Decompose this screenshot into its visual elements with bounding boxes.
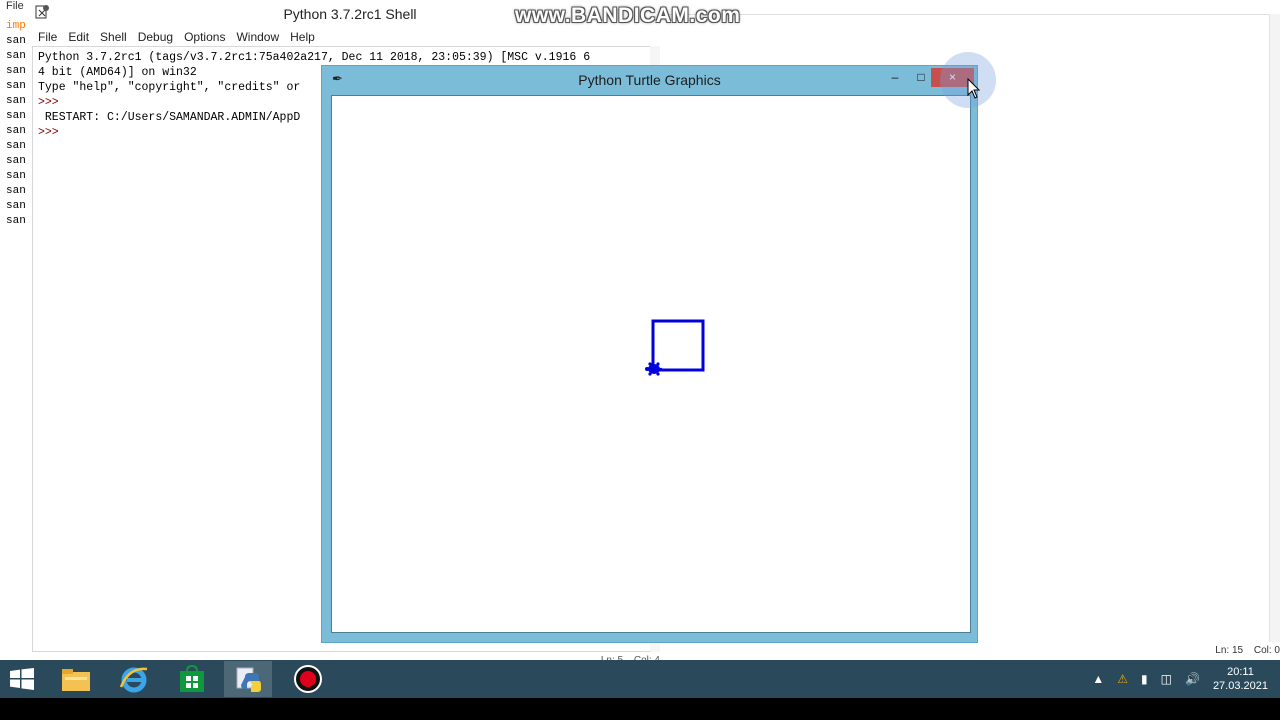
editor-line: san (6, 185, 26, 197)
turtle-canvas[interactable] (331, 95, 971, 633)
menu-edit[interactable]: Edit (68, 28, 89, 46)
menu-help[interactable]: Help (290, 28, 315, 46)
shell-output-line: Python 3.7.2rc1 (tags/v3.7.2rc1:75a402a2… (38, 51, 591, 64)
editor-divider (668, 14, 1280, 15)
menu-options[interactable]: Options (184, 28, 225, 46)
editor-line: san (6, 50, 26, 62)
editor-line: san (6, 140, 26, 152)
mouse-cursor-icon (967, 78, 981, 99)
menu-file[interactable]: File (38, 28, 57, 46)
network-icon[interactable]: ◫ (1161, 672, 1172, 686)
editor-line: san (6, 155, 26, 167)
turtle-graphics-window[interactable]: ✒ Python Turtle Graphics – □ × (321, 65, 978, 643)
editor-line: san (6, 125, 26, 137)
editor-line: san (6, 65, 26, 77)
bandicam-watermark: www.BANDICAM.com (515, 4, 741, 27)
file-explorer-icon[interactable] (54, 661, 98, 697)
menu-shell[interactable]: Shell (100, 28, 127, 46)
status-col: Col: 0 (1253, 645, 1280, 656)
editor-line: san (6, 200, 26, 212)
editor-line: san (6, 95, 26, 107)
editor-line: san (6, 80, 26, 92)
editor-scrollbar[interactable] (1269, 14, 1280, 642)
tray-expand-icon[interactable]: ▲ (1092, 672, 1104, 686)
editor-line: san (6, 215, 26, 227)
shell-menubar: File Edit Shell Debug Options Window Hel… (32, 28, 668, 46)
windows-start-icon[interactable] (0, 661, 44, 697)
turtle-titlebar[interactable]: ✒ Python Turtle Graphics – □ × (322, 66, 977, 95)
turtle-window-title: Python Turtle Graphics (578, 72, 721, 88)
bandicam-record-icon[interactable] (286, 661, 330, 697)
background-editor-window[interactable]: File imp san san san san san san san san… (0, 0, 33, 648)
menu-window[interactable]: Window (236, 28, 279, 46)
menu-debug[interactable]: Debug (138, 28, 173, 46)
system-tray: ▲ ⚠ ▮ ◫ 🔊 20:11 27.03.2021 (1092, 660, 1280, 698)
clock[interactable]: 20:11 27.03.2021 (1213, 665, 1268, 693)
clock-time: 20:11 (1227, 666, 1254, 678)
editor-line: san (6, 110, 26, 122)
python-idle-taskbar-icon[interactable] (224, 661, 272, 697)
warning-flag-icon[interactable]: ⚠ (1117, 672, 1128, 686)
taskbar: ▲ ⚠ ▮ ◫ 🔊 20:11 27.03.2021 (0, 660, 1280, 698)
letterbox-bar (0, 698, 1280, 720)
battery-icon[interactable]: ▮ (1141, 672, 1148, 686)
volume-icon[interactable]: 🔊 (1185, 672, 1200, 686)
clock-date: 27.03.2021 (1212, 680, 1268, 692)
drawn-square (651, 319, 705, 372)
internet-explorer-icon[interactable] (112, 661, 156, 697)
status-line: Ln: 15 (1215, 645, 1244, 656)
editor-line: imp (6, 20, 26, 32)
store-icon[interactable] (170, 661, 214, 697)
turtle-icon (645, 362, 663, 376)
background-editor-file-menu[interactable]: File (0, 0, 32, 12)
editor-status-bar: Ln: 15 Col: 0 (668, 643, 1280, 659)
minimize-button[interactable]: – (882, 68, 908, 87)
editor-line: san (6, 170, 26, 182)
editor-line: san (6, 35, 26, 47)
